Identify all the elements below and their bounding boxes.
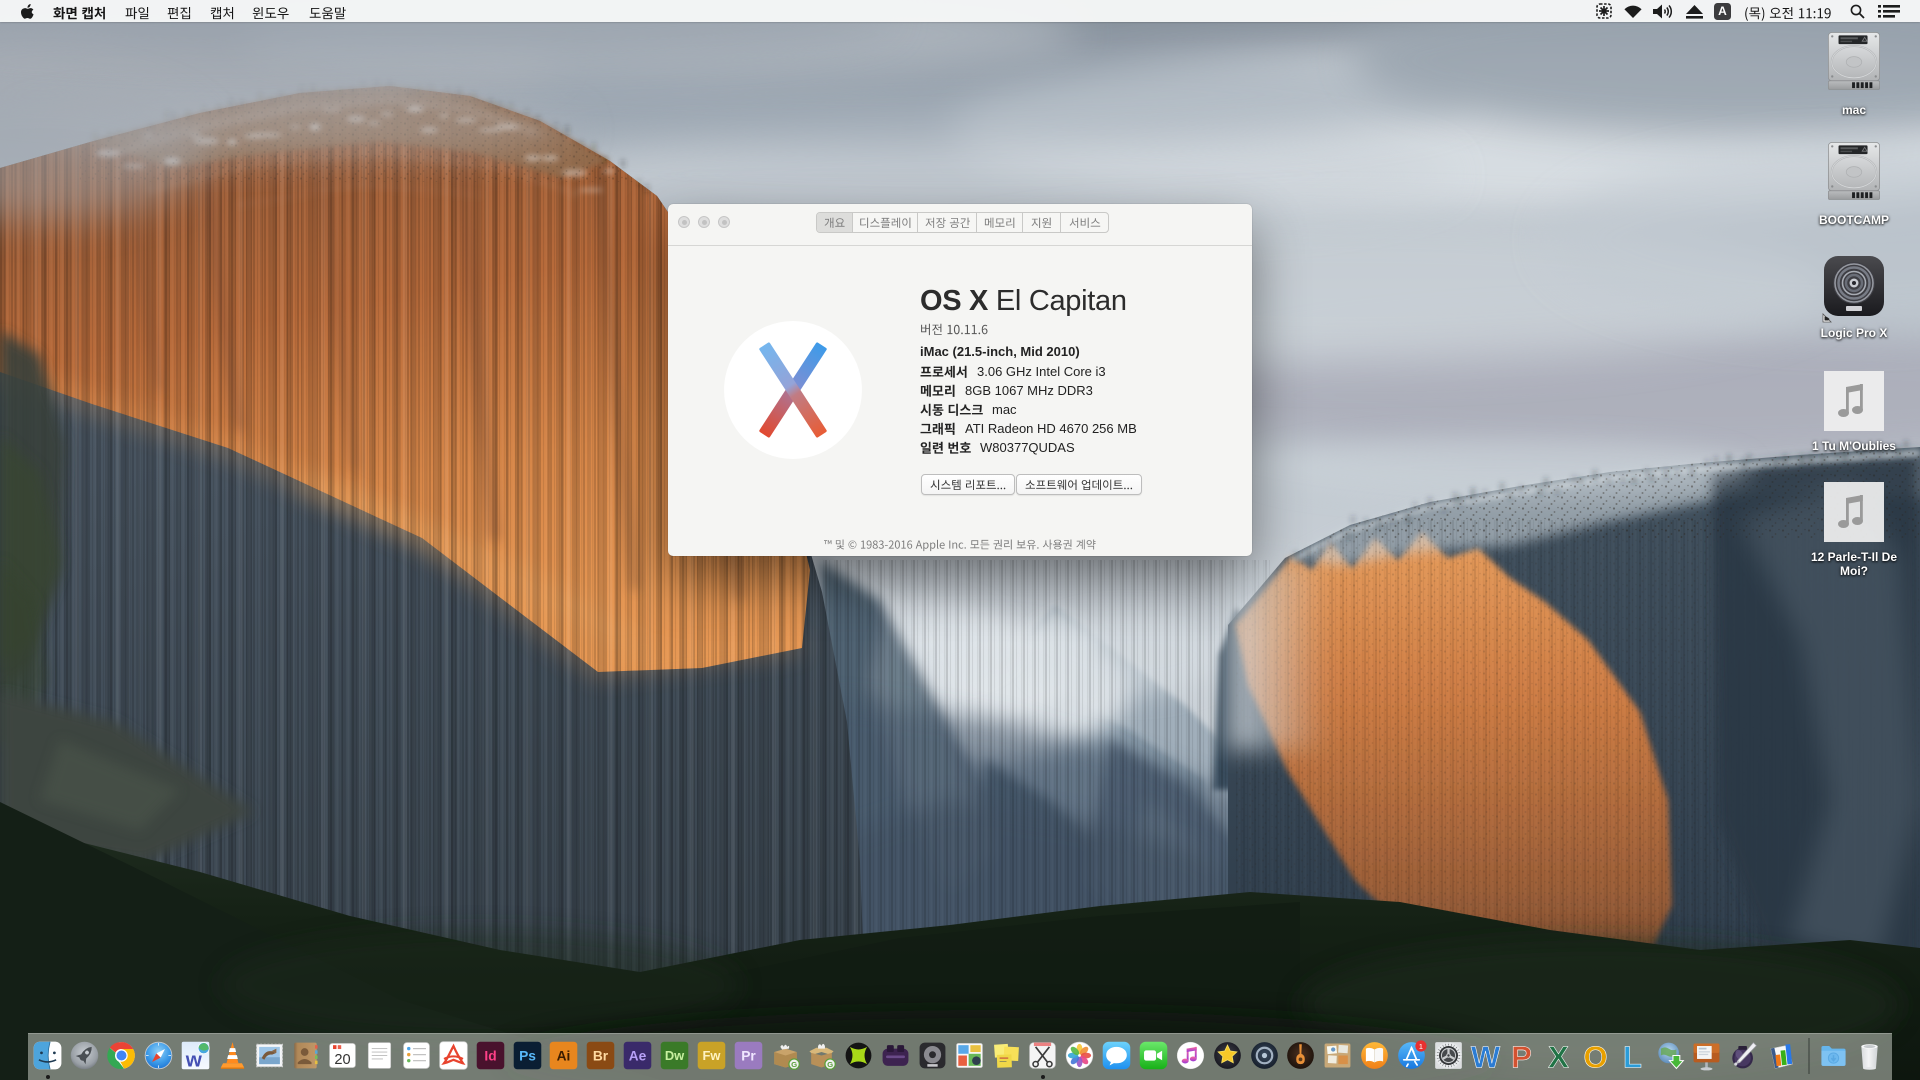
svg-text:W: W — [1471, 1040, 1501, 1071]
svg-text:Ai: Ai — [557, 1049, 571, 1064]
svg-text:O: O — [1583, 1040, 1607, 1071]
svg-text:Pr: Pr — [741, 1049, 756, 1064]
svg-text:Fw: Fw — [703, 1048, 722, 1063]
svg-text:Dw: Dw — [665, 1048, 685, 1063]
svg-text:1: 1 — [1419, 1042, 1423, 1051]
svg-text:X: X — [1548, 1040, 1569, 1071]
svg-text:Br: Br — [593, 1049, 609, 1064]
svg-text:20: 20 — [334, 1052, 350, 1068]
svg-text:G: G — [791, 1060, 797, 1069]
svg-text:Ps: Ps — [519, 1049, 536, 1064]
svg-text:L: L — [1623, 1040, 1642, 1071]
svg-text:Id: Id — [484, 1049, 496, 1064]
svg-text:P: P — [1511, 1040, 1532, 1071]
svg-text:Ae: Ae — [629, 1049, 647, 1064]
svg-text:G: G — [827, 1060, 833, 1069]
